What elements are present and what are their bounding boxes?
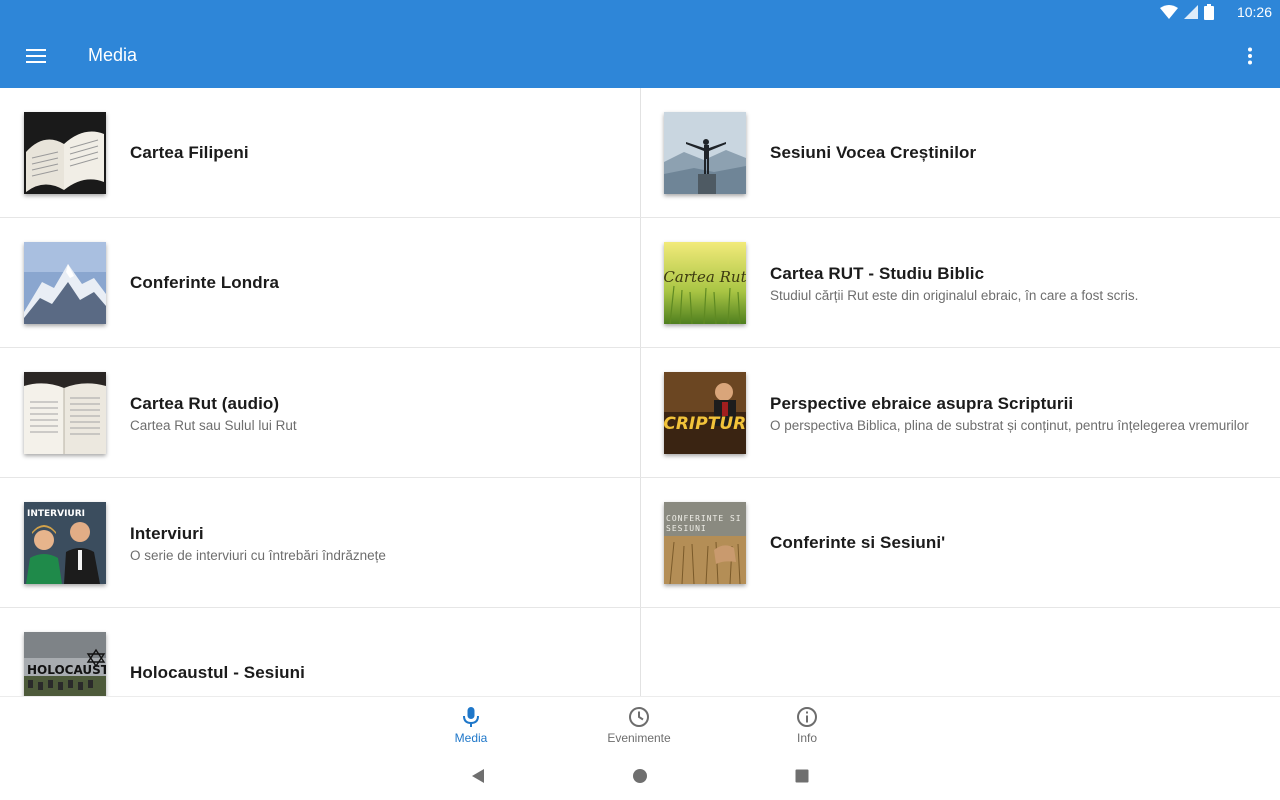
- home-icon: [633, 769, 647, 783]
- thumbnail-caption: Cartea Rut: [664, 268, 746, 286]
- media-thumbnail: HOLOCAUST: [24, 632, 106, 696]
- page-title: Media: [88, 45, 138, 65]
- media-item[interactable]: Cartea Rut Cartea RUT - Studiu Biblic St…: [640, 218, 1280, 348]
- media-item-title: Sesiuni Vocea Creștinilor: [770, 143, 977, 162]
- media-item-title: Holocaustul - Sesiuni: [130, 663, 305, 682]
- home-button[interactable]: [628, 764, 652, 788]
- media-item-title: Interviuri: [130, 523, 204, 543]
- back-button[interactable]: [466, 764, 490, 788]
- menu-button[interactable]: [16, 36, 56, 76]
- media-item-text: Cartea Rut (audio) Cartea Rut sau Sulul …: [130, 348, 620, 478]
- signal-icon: [1184, 5, 1198, 24]
- media-item[interactable]: INTERVIURI Interviuri O serie de intervi…: [0, 478, 640, 608]
- wifi-icon: [1160, 5, 1178, 24]
- media-item[interactable]: Cartea Filipeni: [0, 88, 640, 218]
- tab-info[interactable]: Info: [747, 697, 867, 753]
- thumbnail-caption: SCRIPTURII: [664, 414, 746, 434]
- media-item[interactable]: Sesiuni Vocea Creștinilor: [640, 88, 1280, 218]
- media-item-subtitle: O perspectiva Biblica, plina de substrat…: [770, 417, 1249, 433]
- media-item-text: Perspective ebraice asupra Scripturii O …: [770, 348, 1260, 478]
- clock-icon: [629, 706, 649, 727]
- media-thumbnail: SCRIPTURII: [664, 372, 746, 454]
- media-item-subtitle: Studiul cărții Rut este din originalul e…: [770, 287, 1139, 303]
- media-item[interactable]: CONFERINTE SI SESIUNI Conferinte si Sesi…: [640, 478, 1280, 608]
- tab-evenimente[interactable]: Evenimente: [579, 697, 699, 753]
- info-icon: [797, 706, 817, 727]
- microphone-icon: [463, 706, 479, 727]
- media-list: Cartea Filipeni Sesiuni Vocea Creștinilo…: [0, 88, 1280, 696]
- app-root: 10:26 Media Cartea Filipeni Sesiuni Voce…: [0, 0, 1280, 800]
- app-bar: Media: [0, 24, 1280, 88]
- media-thumbnail: [24, 242, 106, 324]
- media-item-text: Sesiuni Vocea Creștinilor: [770, 88, 1260, 218]
- recents-button[interactable]: [790, 764, 814, 788]
- more-options-button[interactable]: [1230, 36, 1270, 76]
- media-item-subtitle: Cartea Rut sau Sulul lui Rut: [130, 417, 297, 433]
- recents-icon: [795, 769, 809, 783]
- media-thumbnail: CONFERINTE SI SESIUNI: [664, 502, 746, 584]
- bottom-navigation: Media Evenimente Info: [0, 696, 1280, 752]
- system-navigation-bar: [0, 752, 1280, 800]
- more-vert-icon: [1248, 47, 1252, 65]
- status-time: 10:26: [1236, 4, 1272, 20]
- media-thumbnail: Cartea Rut: [664, 242, 746, 324]
- media-item-title: Cartea RUT - Studiu Biblic: [770, 263, 985, 283]
- menu-icon: [26, 49, 46, 63]
- media-item-title: Cartea Rut (audio): [130, 393, 280, 413]
- thumbnail-caption: INTERVIURI: [27, 509, 85, 519]
- media-item[interactable]: SCRIPTURII Perspective ebraice asupra Sc…: [640, 348, 1280, 478]
- media-thumbnail: [24, 372, 106, 454]
- media-item-text: Conferinte Londra: [130, 218, 620, 348]
- media-item-text: Holocaustul - Sesiuni: [130, 608, 620, 696]
- media-item-title: Cartea Filipeni: [130, 143, 249, 162]
- media-item[interactable]: Conferinte Londra: [0, 218, 640, 348]
- battery-icon: [1204, 4, 1214, 25]
- media-item-title: Conferinte si Sesiuni': [770, 533, 946, 552]
- media-item[interactable]: Cartea Rut (audio) Cartea Rut sau Sulul …: [0, 348, 640, 478]
- tab-media[interactable]: Media: [411, 697, 531, 753]
- media-item-text: Cartea Filipeni: [130, 88, 620, 218]
- media-item-text: Cartea RUT - Studiu Biblic Studiul cărți…: [770, 218, 1260, 348]
- media-thumbnail: INTERVIURI: [24, 502, 106, 584]
- media-thumbnail: [24, 112, 106, 194]
- media-thumbnail: [664, 112, 746, 194]
- media-item-title: Conferinte Londra: [130, 273, 280, 292]
- thumbnail-caption: HOLOCAUST: [27, 663, 106, 677]
- media-item-text: Interviuri O serie de interviuri cu într…: [130, 478, 620, 608]
- media-item[interactable]: HOLOCAUST Holocaustul - Sesiuni: [0, 608, 640, 696]
- tab-label: Media: [454, 730, 488, 745]
- tab-label: Evenimente: [607, 730, 671, 745]
- tab-label: Info: [796, 730, 817, 745]
- status-bar: 10:26: [0, 0, 1280, 24]
- media-item-title: Perspective ebraice asupra Scripturii: [770, 393, 1074, 413]
- media-item-text: Conferinte si Sesiuni': [770, 478, 1260, 608]
- thumbnail-caption: CONFERINTE SI SESIUNI: [666, 514, 742, 533]
- back-icon: [472, 769, 484, 783]
- status-icons: [1160, 4, 1214, 25]
- media-item-subtitle: O serie de interviuri cu întrebări îndră…: [130, 547, 386, 563]
